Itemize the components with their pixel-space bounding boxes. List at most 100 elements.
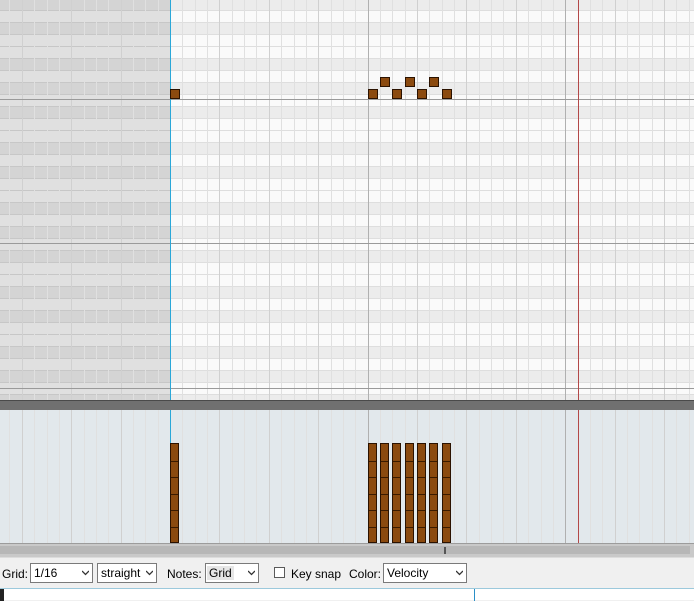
grid-division-value: 1/16 — [34, 566, 58, 580]
grid-line — [256, 0, 257, 400]
midi-note[interactable] — [442, 89, 452, 99]
midi-note[interactable] — [429, 77, 439, 87]
notes-value: Grid — [207, 566, 234, 580]
grid-line — [158, 410, 159, 543]
midi-note[interactable] — [417, 89, 427, 99]
octave-line — [0, 388, 694, 389]
grid-line — [84, 410, 85, 543]
grid-line — [417, 0, 418, 400]
velocity-bar[interactable] — [417, 443, 426, 543]
bottom-strip — [0, 588, 694, 601]
grid-line — [331, 0, 332, 400]
grid-line — [145, 0, 146, 400]
grid-line — [503, 0, 504, 400]
midi-note[interactable] — [405, 77, 415, 87]
velocity-bar-segment — [443, 493, 450, 495]
scrollbar-grip[interactable] — [444, 547, 446, 554]
velocity-bar-segment — [381, 510, 388, 512]
grid-line — [639, 410, 640, 543]
editor-toolbar: Grid: 1/16 straight Notes: Grid Key snap… — [0, 557, 694, 588]
grid-line — [195, 410, 196, 543]
grid-line — [318, 410, 319, 543]
grid-line — [182, 0, 183, 400]
velocity-bar-segment — [369, 493, 376, 495]
velocity-bar[interactable] — [368, 443, 377, 543]
grid-line — [355, 410, 356, 543]
velocity-bar[interactable] — [429, 443, 438, 543]
grid-line — [503, 410, 504, 543]
grid-line — [689, 410, 690, 543]
scrollbar-thumb[interactable] — [0, 546, 690, 554]
grid-line — [528, 0, 529, 400]
color-mode-select[interactable]: Velocity — [383, 563, 467, 583]
velocity-bar[interactable] — [380, 443, 389, 543]
midi-note[interactable] — [380, 77, 390, 87]
grid-line — [343, 410, 344, 543]
grid-line — [590, 0, 591, 400]
grid-line — [466, 410, 467, 543]
velocity-bar-segment — [418, 477, 425, 479]
chevron-down-icon — [456, 570, 463, 576]
midi-note[interactable] — [170, 89, 180, 99]
velocity-bar-segment — [381, 493, 388, 495]
grid-line — [491, 410, 492, 543]
grid-line — [84, 0, 85, 400]
loop-end-marker[interactable] — [578, 0, 579, 400]
velocity-bar[interactable] — [405, 443, 414, 543]
grid-line — [256, 410, 257, 543]
bar-line — [565, 410, 566, 543]
midi-note[interactable] — [368, 89, 378, 99]
velocity-bar-segment — [369, 460, 376, 462]
velocity-bar[interactable] — [442, 443, 451, 543]
grid-line — [294, 0, 295, 400]
notes-select[interactable]: Grid — [205, 563, 259, 583]
grid-division-select[interactable]: 1/16 — [30, 563, 93, 583]
velocity-bar-segment — [418, 460, 425, 462]
grid-line — [22, 0, 23, 400]
velocity-bar-segment — [171, 510, 178, 512]
loop-end-marker[interactable] — [578, 410, 579, 543]
velocity-bar-segment — [393, 527, 400, 528]
midi-editor: Grid: 1/16 straight Notes: Grid Key snap… — [0, 0, 694, 601]
chevron-down-icon — [82, 570, 89, 576]
grid-line — [602, 410, 603, 543]
key-snap-checkbox[interactable] — [274, 567, 285, 578]
grid-line — [553, 410, 554, 543]
midi-note[interactable] — [392, 89, 402, 99]
velocity-bar-segment — [369, 527, 376, 528]
grid-line — [294, 410, 295, 543]
velocity-bar-segment — [418, 493, 425, 495]
grid-line — [405, 0, 406, 400]
bar-line — [565, 0, 566, 400]
grid-line — [133, 410, 134, 543]
grid-line — [392, 0, 393, 400]
chevron-down-icon — [248, 570, 255, 576]
grid-line — [689, 0, 690, 400]
bar-line — [368, 0, 369, 400]
velocity-bar-segment — [418, 510, 425, 512]
velocity-bar[interactable] — [170, 443, 179, 543]
piano-roll-note-area[interactable] — [0, 0, 694, 400]
octave-line — [0, 99, 694, 100]
grid-type-select[interactable]: straight — [97, 563, 157, 583]
velocity-lane[interactable] — [0, 410, 694, 543]
velocity-bar-segment — [418, 527, 425, 528]
grid-line — [429, 0, 430, 400]
grid-line — [466, 0, 467, 400]
grid-line — [479, 0, 480, 400]
velocity-bar-segment — [406, 527, 413, 528]
pane-divider[interactable] — [0, 400, 694, 410]
grid-line — [652, 0, 653, 400]
velocity-bar-segment — [406, 477, 413, 479]
velocity-bar-segment — [171, 460, 178, 462]
playhead-line[interactable] — [170, 0, 171, 400]
horizontal-scrollbar[interactable] — [0, 543, 694, 557]
grid-line — [652, 410, 653, 543]
velocity-bar-segment — [443, 460, 450, 462]
grid-line — [9, 0, 10, 400]
velocity-bar-segment — [443, 510, 450, 512]
velocity-bar[interactable] — [392, 443, 401, 543]
velocity-bar-segment — [381, 477, 388, 479]
velocity-bar-segment — [369, 510, 376, 512]
grid-line — [541, 410, 542, 543]
